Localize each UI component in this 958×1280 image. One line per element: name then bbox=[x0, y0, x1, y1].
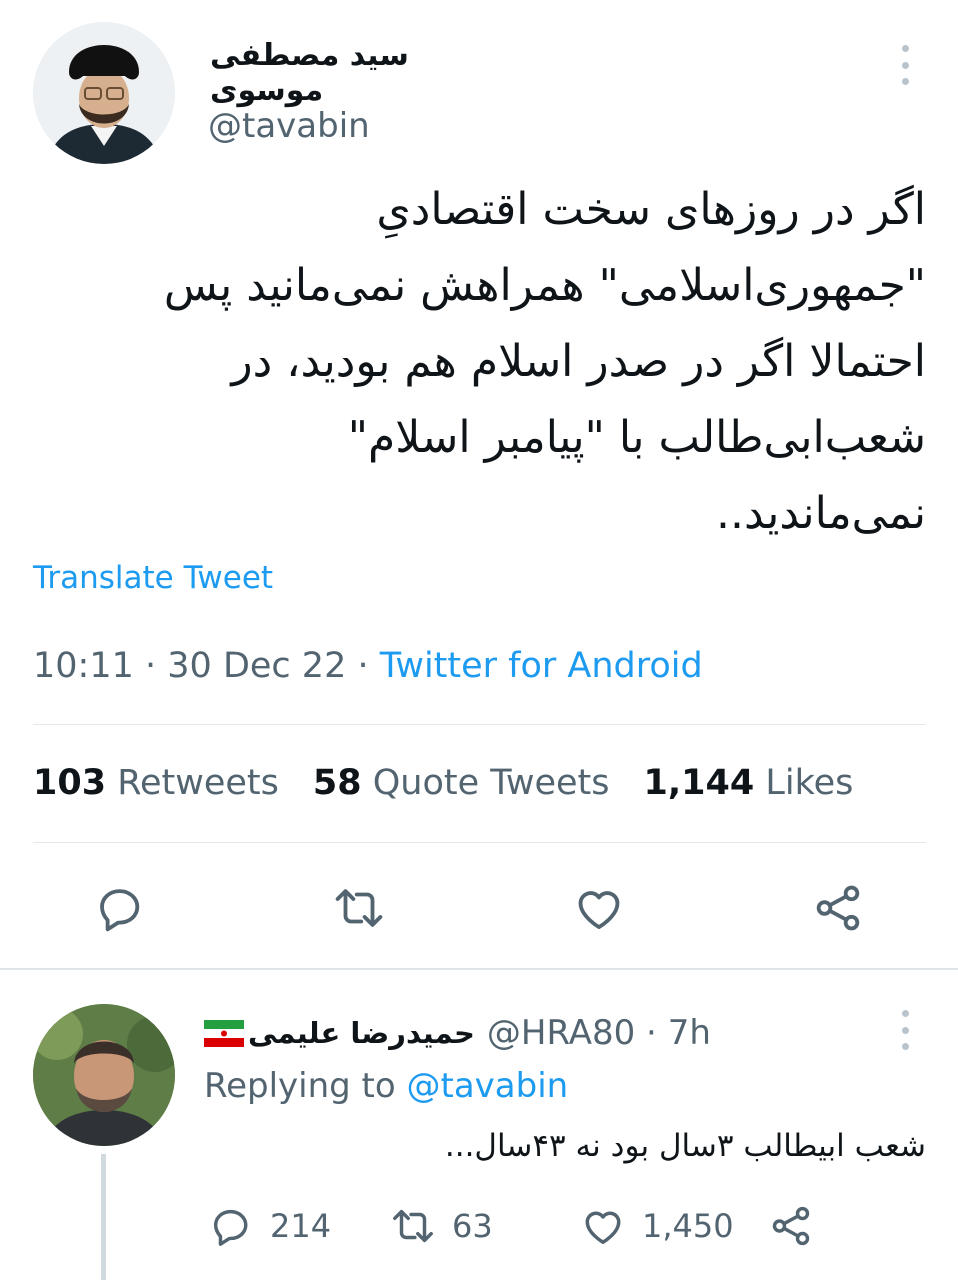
iran-flag-icon bbox=[204, 1020, 244, 1047]
reply-retweets-count: 63 bbox=[452, 1207, 493, 1245]
reply-likes-count: 1,450 bbox=[642, 1207, 734, 1245]
reply-age: 7h bbox=[667, 1013, 711, 1053]
reply-header: حمیدرضا علیمی @HRA80 · 7h bbox=[204, 1008, 711, 1058]
reply-author-handle[interactable]: @HRA80 · 7h bbox=[487, 1013, 711, 1053]
reply-handle-text: @HRA80 bbox=[486, 1013, 636, 1053]
likes-count: 1,144 bbox=[643, 763, 755, 803]
tweet-source-link[interactable]: Twitter for Android bbox=[380, 646, 703, 686]
author-avatar[interactable] bbox=[33, 22, 175, 164]
reply-button[interactable] bbox=[92, 880, 148, 936]
quote-tweets-count: 58 bbox=[312, 763, 362, 803]
reply-like-button[interactable]: 1,450 bbox=[580, 1200, 734, 1252]
tweet-text-line: اگر در روزهای سخت اقتصادیِ bbox=[376, 184, 926, 235]
likes-stat[interactable]: 1,144 Likes bbox=[643, 763, 853, 803]
tweet-date: 30 Dec 22 bbox=[167, 646, 347, 686]
replying-to-label: Replying to bbox=[204, 1066, 396, 1106]
reply-reply-button[interactable]: 214 bbox=[208, 1200, 331, 1252]
retweet-icon bbox=[335, 889, 383, 927]
author-handle[interactable]: @tavabin bbox=[208, 106, 370, 146]
reply-icon bbox=[213, 1209, 248, 1246]
share-button[interactable] bbox=[810, 880, 866, 936]
translate-tweet-link[interactable]: Translate Tweet bbox=[33, 560, 273, 596]
replying-to: Replying to @tavabin bbox=[204, 1066, 568, 1106]
likes-label: Likes bbox=[765, 763, 854, 803]
retweet-button[interactable] bbox=[331, 880, 387, 936]
retweet-icon bbox=[393, 1209, 433, 1243]
heart-icon bbox=[585, 1211, 621, 1245]
replying-to-mention[interactable]: @tavabin bbox=[407, 1066, 569, 1106]
retweets-count: 103 bbox=[33, 763, 107, 803]
tweet-text-line: شعب‌ابی‌طالب با "پیامبر اسلام" bbox=[347, 412, 926, 463]
meta-separator: · bbox=[357, 646, 380, 686]
retweets-label: Retweets bbox=[117, 763, 279, 803]
tweet-time: 10:11 bbox=[33, 646, 134, 686]
author-name[interactable]: سید مصطفی موسوی bbox=[210, 38, 530, 108]
tweet-stats: 103 Retweets 58 Quote Tweets 1,144 Likes bbox=[33, 763, 853, 803]
quote-tweets-stat[interactable]: 58 Quote Tweets bbox=[313, 763, 610, 803]
reply-replies-count: 214 bbox=[270, 1207, 332, 1245]
retweets-stat[interactable]: 103 Retweets bbox=[33, 763, 279, 803]
reply-author-name[interactable]: حمیدرضا علیمی bbox=[248, 1016, 475, 1050]
tweet-text: اگر در روزهای سخت اقتصادیِ "جمهوری‌اسلام… bbox=[30, 172, 926, 552]
tweet-metadata: 10:11 · 30 Dec 22 · Twitter for Android bbox=[33, 646, 703, 686]
tweet-detail-screen: سید مصطفی موسوی @tavabin اگر در روزهای س… bbox=[0, 0, 958, 1280]
meta-separator: · bbox=[145, 646, 168, 686]
section-separator bbox=[0, 968, 958, 970]
divider bbox=[33, 842, 926, 843]
heart-icon bbox=[578, 891, 620, 930]
divider bbox=[33, 724, 926, 725]
tweet-text-line: نمی‌ماندید.. bbox=[716, 488, 926, 539]
tweet-text-line: احتمالا اگر در صدر اسلام هم بودید، در bbox=[231, 336, 926, 387]
share-icon bbox=[772, 1206, 810, 1246]
thread-connector-line bbox=[101, 1154, 106, 1280]
reply-share-button[interactable] bbox=[768, 1200, 814, 1252]
reply-text: شعب ابیطالب ۳سال بود نه ۴۳سال... bbox=[444, 1128, 926, 1164]
author-name-text: سید مصطفی موسوی bbox=[210, 38, 409, 108]
reply-retweet-button[interactable]: 63 bbox=[390, 1200, 493, 1252]
reply-icon bbox=[100, 889, 140, 932]
quote-tweets-label: Quote Tweets bbox=[372, 763, 610, 803]
tweet-text-line: "جمهوری‌اسلامی" همراهش نمی‌مانید پس bbox=[163, 260, 926, 311]
reply-author-avatar[interactable] bbox=[33, 1004, 175, 1146]
more-options-icon[interactable] bbox=[893, 45, 917, 85]
reply-more-options-icon[interactable] bbox=[893, 1010, 917, 1050]
like-button[interactable] bbox=[571, 880, 627, 936]
share-icon bbox=[816, 885, 860, 931]
